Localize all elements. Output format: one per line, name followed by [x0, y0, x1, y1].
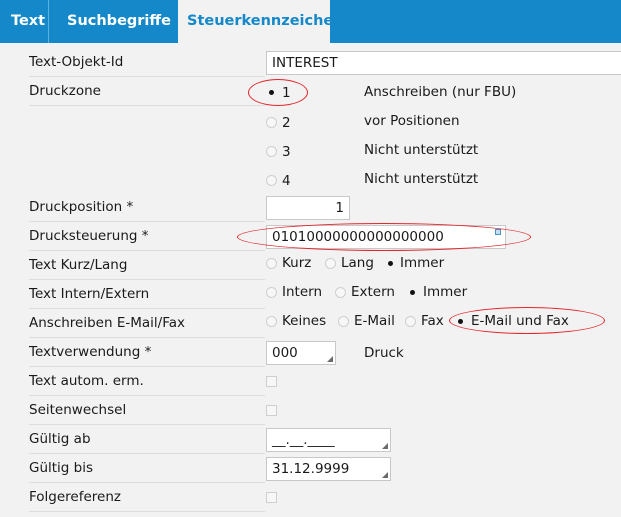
tab-text[interactable]: Text	[0, 0, 49, 43]
fax-radio[interactable]	[405, 316, 416, 327]
druckzone-option-4-label: 4	[282, 173, 291, 189]
label-gueltig-bis: Gültig bis	[29, 454, 265, 483]
druckzone-option-3-desc: Nicht unterstützt	[364, 142, 479, 158]
textverwendung-description: Druck	[364, 345, 404, 361]
gueltig-bis-field[interactable]: 31.12.9999	[266, 457, 391, 481]
drucksteuerung-value: 01010000000000000000	[272, 229, 444, 245]
druckposition-field[interactable]: 1	[266, 196, 350, 220]
keines-label: Keines	[282, 313, 327, 329]
dropdown-corner-icon	[327, 356, 333, 362]
label-text-intern-extern: Text Intern/Extern	[29, 280, 265, 309]
email-und-fax-label: E-Mail und Fax	[471, 313, 569, 329]
druckzone-option-2-desc: vor Positionen	[364, 113, 460, 129]
label-druckzone: Druckzone	[29, 77, 265, 106]
immer-radio-kurz-lang[interactable]	[385, 258, 396, 269]
gueltig-bis-value: 31.12.9999	[272, 461, 350, 477]
text-objekt-id-field[interactable]: INTEREST	[266, 51, 621, 75]
intern-label: Intern	[282, 284, 323, 300]
label-anschreiben-email-fax: Anschreiben E-Mail/Fax	[29, 309, 265, 338]
druckzone-option-2-label: 2	[282, 115, 291, 131]
folgereferenz-checkbox[interactable]	[266, 492, 277, 503]
tab-steuerkennzeichen[interactable]: Steuerkennzeichen	[178, 0, 344, 43]
drucksteuerung-field[interactable]: 01010000000000000000	[266, 225, 506, 249]
druckzone-radio-1[interactable]	[266, 87, 277, 98]
kurz-label: Kurz	[282, 255, 312, 271]
textverwendung-value: 000	[272, 345, 298, 361]
label-textverwendung: Textverwendung *	[29, 338, 265, 367]
calendar-corner-icon	[382, 472, 388, 478]
email-radio[interactable]	[338, 316, 349, 327]
tab-suchbegriffe[interactable]: Suchbegriffe	[57, 0, 181, 43]
label-folgereferenz: Folgereferenz	[29, 483, 265, 512]
immer-radio-intern-extern[interactable]	[407, 287, 418, 298]
value-help-icon[interactable]	[495, 229, 501, 235]
gueltig-ab-field[interactable]: __.__.____	[266, 428, 391, 452]
email-label: E-Mail	[354, 313, 395, 329]
extern-label: Extern	[351, 284, 395, 300]
label-text-autom-erm: Text autom. erm.	[29, 367, 265, 396]
intern-radio[interactable]	[266, 287, 277, 298]
gueltig-ab-value: __.__.____	[272, 432, 335, 448]
druckzone-radio-2[interactable]	[266, 117, 277, 128]
druckzone-radio-4[interactable]	[266, 175, 277, 186]
textverwendung-field[interactable]: 000	[266, 341, 336, 365]
keines-radio[interactable]	[266, 316, 277, 327]
extern-radio[interactable]	[335, 287, 346, 298]
druckzone-option-3-label: 3	[282, 144, 291, 160]
calendar-corner-icon	[382, 443, 388, 449]
kurz-radio[interactable]	[266, 258, 277, 269]
immer-label-intern-extern: Immer	[423, 284, 468, 300]
immer-label-kurz-lang: Immer	[400, 255, 445, 271]
label-text-objekt-id: Text-Objekt-Id	[29, 48, 265, 77]
druckzone-radio-3[interactable]	[266, 146, 277, 157]
label-seitenwechsel: Seitenwechsel	[29, 396, 265, 425]
lang-radio[interactable]	[325, 258, 336, 269]
label-drucksteuerung: Drucksteuerung *	[29, 222, 265, 251]
seitenwechsel-checkbox[interactable]	[266, 405, 277, 416]
label-text-kurz-lang: Text Kurz/Lang	[29, 251, 265, 280]
fax-label: Fax	[421, 313, 444, 329]
druckzone-option-4-desc: Nicht unterstützt	[364, 171, 479, 187]
label-druckposition: Druckposition *	[29, 193, 265, 222]
druckzone-option-1-label: 1	[282, 85, 291, 101]
druckzone-option-1-desc: Anschreiben (nur FBU)	[364, 84, 517, 100]
label-gueltig-ab: Gültig ab	[29, 425, 265, 454]
text-autom-erm-checkbox[interactable]	[266, 376, 277, 387]
lang-label: Lang	[341, 255, 374, 271]
email-und-fax-radio[interactable]	[455, 316, 466, 327]
tab-bar: Text Suchbegriffe Steuerkennzeichen	[0, 0, 621, 43]
